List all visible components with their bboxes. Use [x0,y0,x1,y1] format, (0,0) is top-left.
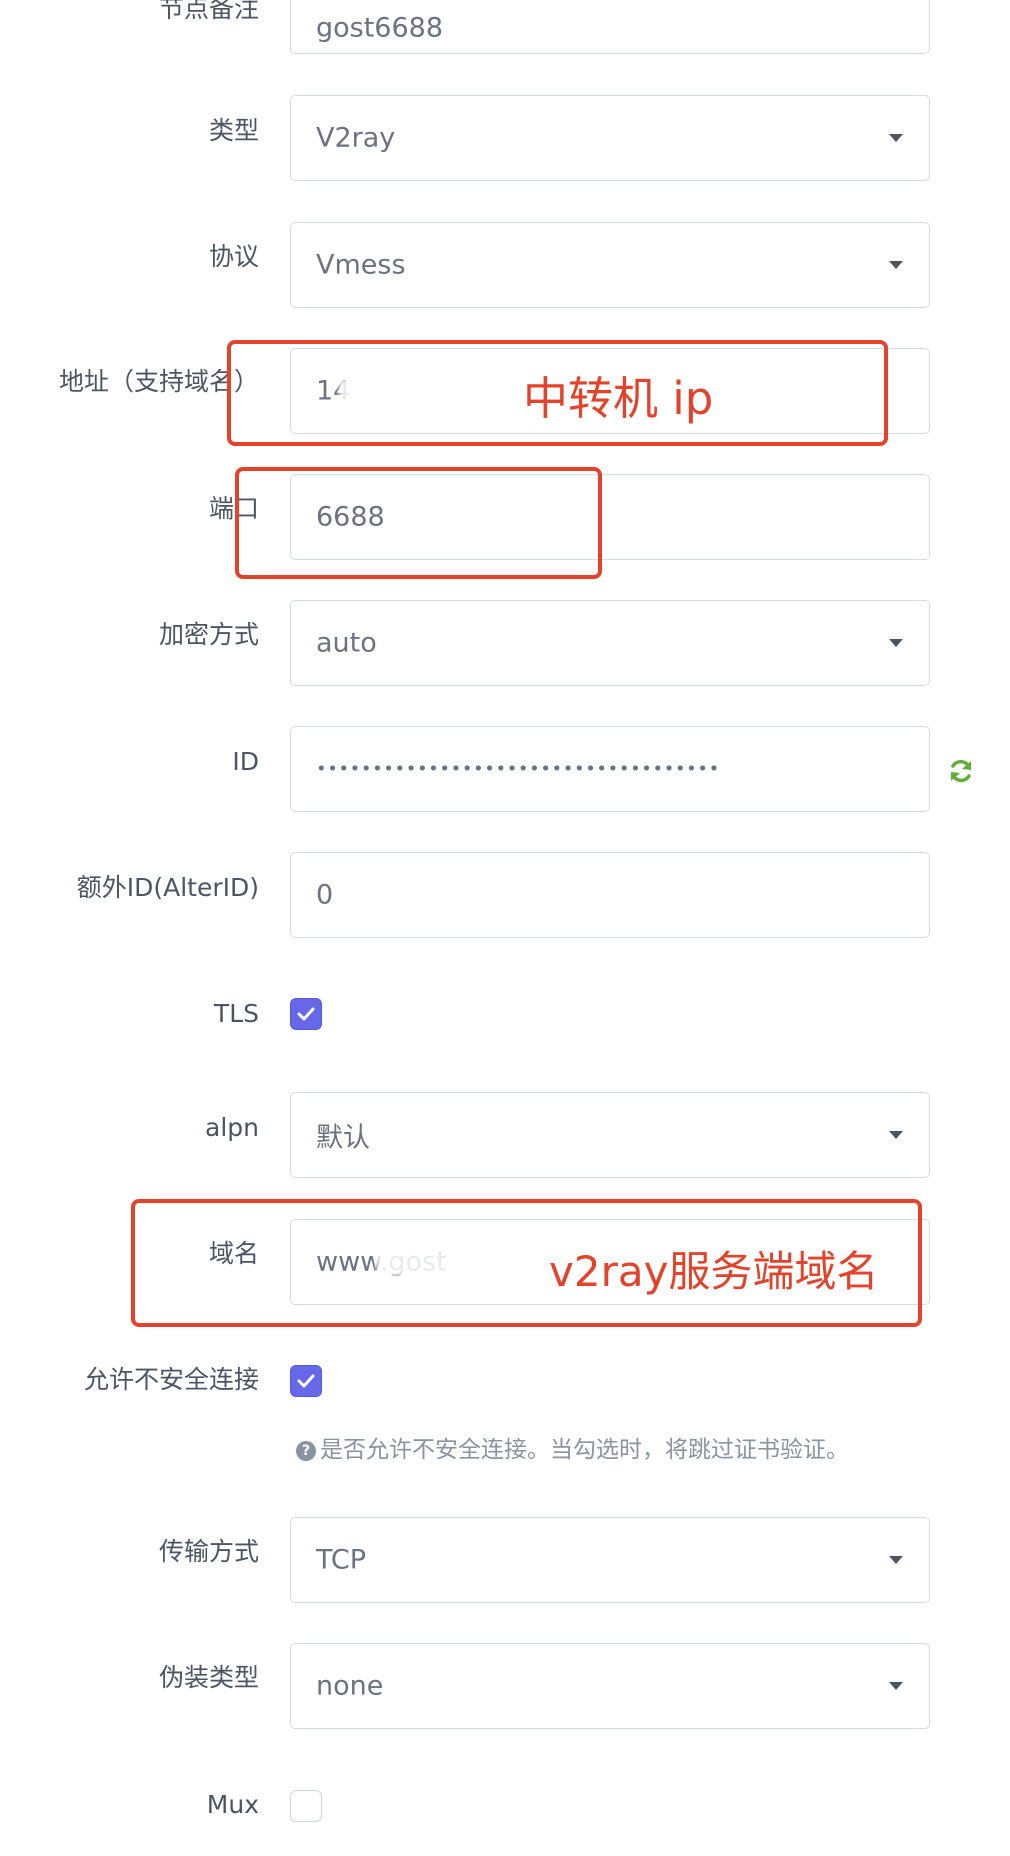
label-allow-insecure: 允许不安全连接 [83,1365,259,1394]
label-id: ID [232,747,259,776]
camouflage-value: none [316,1670,384,1702]
annotation-relay-ip: 中转机 ip [523,372,714,425]
alter-id-input[interactable]: 0 [290,852,930,938]
label-camouflage: 伪装类型 [158,1663,259,1692]
camouflage-select[interactable]: none [290,1643,930,1729]
alpn-select[interactable]: 默认 [290,1092,930,1178]
allow-insecure-checkbox[interactable] [290,1365,322,1397]
label-alpn: alpn [205,1113,259,1142]
annotation-server-domain: v2ray服务端域名 [549,1247,879,1296]
caret-down-icon [889,1682,903,1690]
caret-down-icon [889,261,903,269]
annotation-box-port [235,467,602,579]
transport-value: TCP [316,1544,367,1576]
allow-insecure-help: ? 是否允许不安全连接。当勾选时，将跳过证书验证。 [296,1430,849,1464]
refresh-icon[interactable] [947,757,975,785]
question-circle-icon: ? [296,1441,316,1461]
mux-checkbox[interactable] [290,1790,322,1822]
label-tls: TLS [213,999,259,1028]
encryption-value: auto [316,627,377,659]
alter-id-value: 0 [316,879,334,911]
id-input[interactable]: •••••••••••••••••••••••••••••••••••• [290,726,930,812]
remark-value: gost6688 [316,12,444,44]
label-mux: Mux [206,1790,259,1819]
caret-down-icon [889,1556,903,1564]
alpn-value: 默认 [316,1122,370,1154]
transport-select[interactable]: TCP [290,1517,930,1603]
caret-down-icon [889,1131,903,1139]
label-remark: 节点备注 [158,0,259,23]
encryption-select[interactable]: auto [290,600,930,686]
checkmark-icon [297,1374,315,1388]
label-alter-id: 额外ID(AlterID) [76,873,259,902]
caret-down-icon [889,639,903,647]
help-text: 是否允许不安全连接。当勾选时，将跳过证书验证。 [320,1437,849,1463]
checkmark-icon [297,1007,315,1021]
protocol-value: Vmess [316,249,406,281]
protocol-select[interactable]: Vmess [290,222,930,308]
label-protocol: 协议 [208,242,259,271]
label-transport: 传输方式 [158,1537,259,1566]
caret-down-icon [889,134,903,142]
id-value: •••••••••••••••••••••••••••••••••••• [316,758,720,780]
remark-input[interactable]: gost6688 [290,0,930,54]
type-select[interactable]: V2ray [290,95,930,181]
label-type: 类型 [208,116,259,145]
type-value: V2ray [316,122,396,154]
label-encryption: 加密方式 [158,620,259,649]
tls-checkbox[interactable] [290,998,322,1030]
